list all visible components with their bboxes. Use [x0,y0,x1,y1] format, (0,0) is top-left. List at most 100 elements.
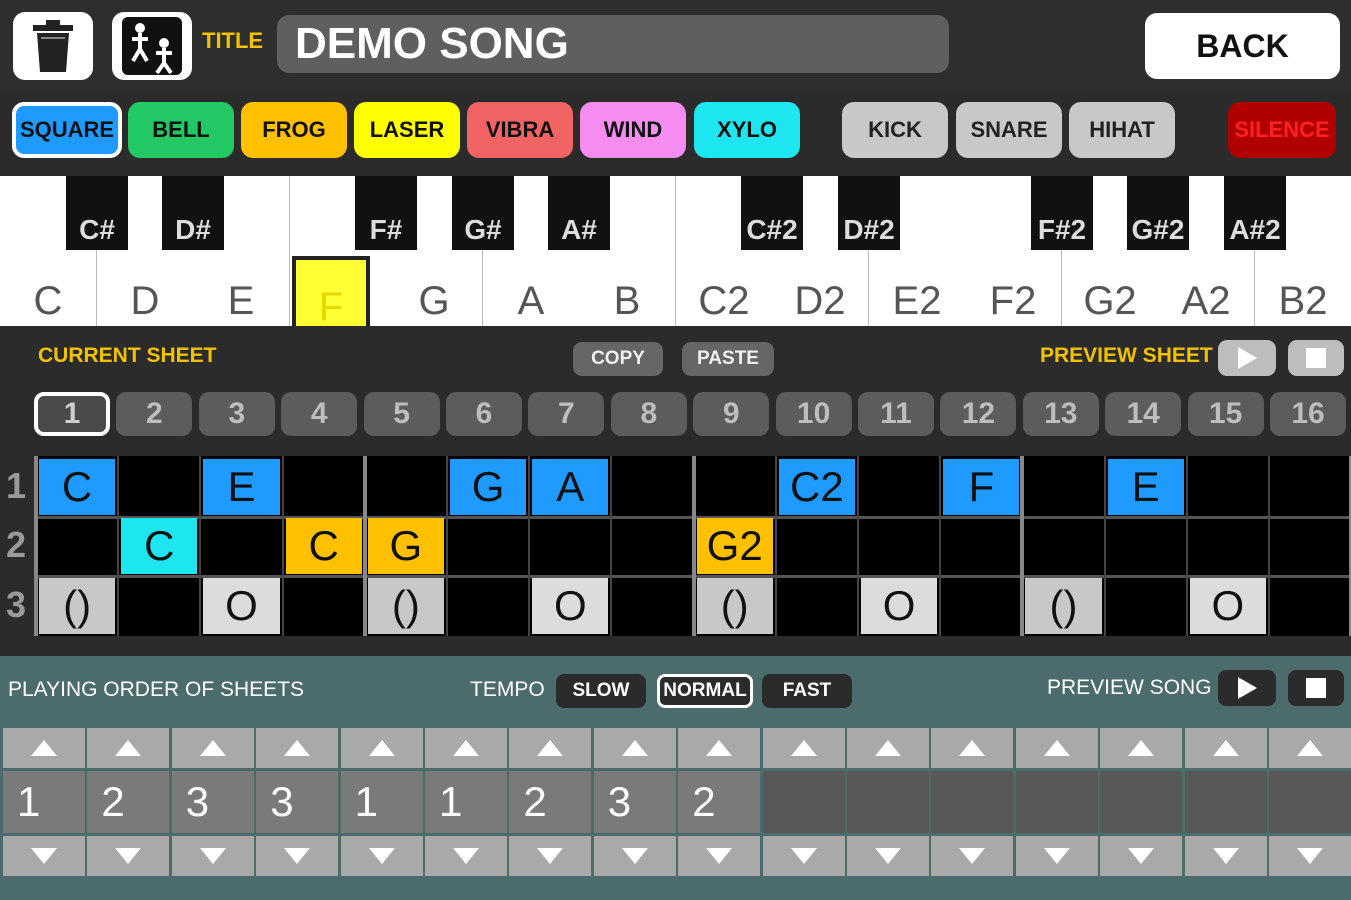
sheet-tab-5[interactable]: 5 [363,392,440,436]
sheet-tab-11[interactable]: 11 [858,392,934,436]
grid-cell[interactable]: G2 [696,518,773,574]
grid-cell[interactable]: A [532,459,609,515]
order-down-button[interactable] [340,836,423,876]
order-up-button[interactable] [762,728,845,768]
copy-button[interactable]: COPY [573,342,663,376]
sheet-tab-12[interactable]: 12 [940,392,1017,436]
tempo-normal-button[interactable]: NORMAL [657,674,753,708]
sheet-tab-4[interactable]: 4 [281,392,358,436]
grid-cell[interactable]: O [532,578,609,634]
grid-cell[interactable] [861,459,937,515]
black-key-f-sharp2[interactable]: F#2 [1031,176,1093,250]
order-up-button[interactable] [1184,728,1267,768]
preview-song-stop-button[interactable] [1288,670,1344,706]
order-up-button[interactable] [931,728,1014,768]
grid-cell[interactable] [121,459,197,515]
black-key-g-sharp2[interactable]: G#2 [1127,176,1189,250]
order-up-button[interactable] [256,728,339,768]
order-down-button[interactable] [1015,836,1098,876]
sheet-tab-9[interactable]: 9 [693,392,770,436]
sheet-tab-6[interactable]: 6 [446,392,522,436]
grid-cell[interactable]: G [450,459,527,515]
black-key-d-sharp[interactable]: D# [162,176,224,250]
order-down-button[interactable] [931,836,1014,876]
sheet-tab-16[interactable]: 16 [1270,392,1346,436]
preview-sheet-stop-button[interactable] [1288,340,1344,376]
instrument-bell-button[interactable]: BELL [128,102,234,158]
instrument-frog-button[interactable]: FROG [241,102,347,158]
sheet-tab-1[interactable]: 1 [34,392,110,436]
order-up-button[interactable] [593,728,676,768]
order-up-button[interactable] [425,728,507,768]
grid-cell[interactable] [697,459,773,515]
sheet-tab-7[interactable]: 7 [528,392,605,436]
sheet-tab-2[interactable]: 2 [116,392,193,436]
black-key-a-sharp[interactable]: A# [548,176,610,250]
grid-cell[interactable]: O [1189,578,1266,634]
order-down-button[interactable] [593,836,676,876]
grid-cell[interactable]: O [861,578,938,634]
grid-cell[interactable] [1025,459,1101,515]
grid-cell[interactable] [861,518,937,574]
black-key-g-sharp[interactable]: G# [452,176,514,250]
grid-cell[interactable] [286,578,362,634]
grid-cell[interactable]: C [39,459,116,515]
black-key-c-sharp2[interactable]: C#2 [741,176,803,250]
grid-cell[interactable] [1272,518,1348,574]
tempo-slow-button[interactable]: SLOW [556,674,646,708]
grid-cell[interactable]: C [121,518,198,574]
grid-cell[interactable]: () [696,578,773,634]
instrument-laser-button[interactable]: LASER [354,102,460,158]
order-down-button[interactable] [762,836,845,876]
order-down-button[interactable] [1269,836,1351,876]
order-down-button[interactable] [87,836,170,876]
grid-cell[interactable] [532,518,608,574]
grid-cell[interactable]: () [39,578,116,634]
drum-snare-button[interactable]: SNARE [956,102,1062,158]
grid-cell[interactable]: () [1025,578,1102,634]
order-down-button[interactable] [256,836,339,876]
grid-cell[interactable] [943,518,1019,574]
order-down-button[interactable] [425,836,507,876]
drum-kick-button[interactable]: KICK [842,102,948,158]
grid-cell[interactable] [368,459,444,515]
preview-song-play-button[interactable] [1218,670,1276,706]
sheet-tab-3[interactable]: 3 [198,392,275,436]
instrument-xylo-button[interactable]: XYLO [694,102,800,158]
grid-cell[interactable] [614,518,690,574]
sheet-tab-8[interactable]: 8 [610,392,687,436]
sheet-tab-15[interactable]: 15 [1187,392,1264,436]
grid-cell[interactable] [121,578,197,634]
grid-cell[interactable]: F [943,459,1020,515]
grid-cell[interactable] [1190,518,1266,574]
black-key-d-sharp2[interactable]: D#2 [838,176,900,250]
delete-button[interactable] [13,12,93,80]
order-up-button[interactable] [1015,728,1098,768]
sheet-tab-14[interactable]: 14 [1105,392,1182,436]
grid-cell[interactable] [1272,578,1348,634]
grid-cell[interactable] [39,518,115,574]
black-key-a-sharp2[interactable]: A#2 [1224,176,1286,250]
grid-cell[interactable] [1190,459,1266,515]
order-down-button[interactable] [509,836,592,876]
grid-cell[interactable]: E [203,459,280,515]
grid-cell[interactable] [1108,518,1184,574]
order-up-button[interactable] [509,728,592,768]
order-up-button[interactable] [340,728,423,768]
grid-cell[interactable] [1272,459,1348,515]
instrument-wind-button[interactable]: WIND [580,102,686,158]
order-up-button[interactable] [1269,728,1351,768]
song-title-input[interactable]: DEMO SONG [277,15,949,73]
grid-cell[interactable] [943,578,1019,634]
grid-cell[interactable] [779,518,855,574]
instrument-vibra-button[interactable]: VIBRA [467,102,573,158]
grid-cell[interactable]: () [367,578,444,634]
tempo-fast-button[interactable]: FAST [762,674,852,708]
instrument-square-button[interactable]: SQUARE [12,102,122,158]
grid-cell[interactable] [450,518,526,574]
grid-cell[interactable] [614,459,690,515]
order-up-button[interactable] [171,728,254,768]
grid-cell[interactable]: C2 [778,459,855,515]
grid-cell[interactable] [614,578,690,634]
grid-cell[interactable] [286,459,362,515]
